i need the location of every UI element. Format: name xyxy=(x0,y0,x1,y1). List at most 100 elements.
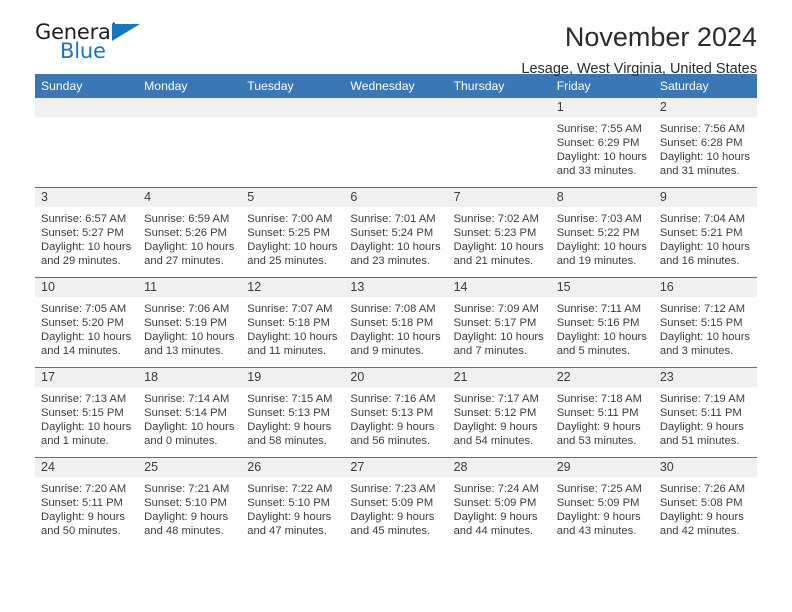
calendar-day-cell[interactable]: 9 Sunrise: 7:04 AM Sunset: 5:21 PM Daylight… xyxy=(653,187,757,278)
daylight-text-line2: and 50 minutes. xyxy=(41,525,121,538)
sunrise-text: Sunrise: 7:09 AM xyxy=(453,303,539,315)
calendar-cell-empty xyxy=(447,98,551,188)
daylight-text-line1: Daylight: 10 hours xyxy=(659,151,751,164)
daylight-text-line2: and 48 minutes. xyxy=(144,525,224,538)
sunrise-text: Sunrise: 7:20 AM xyxy=(41,483,127,495)
sunrise-text: Sunrise: 7:17 AM xyxy=(453,393,539,405)
daylight-text-line1: Daylight: 10 hours xyxy=(556,151,647,164)
sunrise-text: Sunrise: 7:55 AM xyxy=(556,123,642,135)
daylight-text-line1: Daylight: 10 hours xyxy=(453,331,544,344)
sunrise-text: Sunrise: 7:22 AM xyxy=(247,483,333,495)
daylight-text-line2: and 43 minutes. xyxy=(556,525,637,538)
calendar-day-cell[interactable]: 28 Sunrise: 7:24 AM Sunset: 5:09 PM Dayligh… xyxy=(447,457,551,547)
day-info: Sunrise: 7:55 AM Sunset: 6:29 PM Daylight:… xyxy=(551,117,654,178)
day-info: Sunrise: 7:23 AM Sunset: 5:09 PM Daylight:… xyxy=(344,477,447,538)
day-info: Sunrise: 7:03 AM Sunset: 5:22 PM Daylight:… xyxy=(551,207,654,268)
calendar-day-cell[interactable]: 17 Sunrise: 7:13 AM Sunset: 5:15 PM Dayligh… xyxy=(35,367,139,458)
calendar-week-row: 10 Sunrise: 7:05 AM Sunset: 5:20 PM Dayligh… xyxy=(35,277,757,368)
calendar-day-cell[interactable]: 30 Sunrise: 7:26 AM Sunset: 5:08 PM Dayligh… xyxy=(653,457,757,547)
calendar-day-cell[interactable]: 23 Sunrise: 7:19 AM Sunset: 5:11 PM Dayligh… xyxy=(653,367,757,458)
day-info: Sunrise: 7:24 AM Sunset: 5:09 PM Daylight:… xyxy=(448,477,551,538)
day-cell-inner xyxy=(35,98,139,187)
calendar-day-cell[interactable]: 19 Sunrise: 7:15 AM Sunset: 5:13 PM Dayligh… xyxy=(241,367,345,458)
day-info: Sunrise: 7:19 AM Sunset: 5:11 PM Daylight:… xyxy=(654,387,757,448)
calendar-day-cell[interactable]: 15 Sunrise: 7:11 AM Sunset: 5:16 PM Dayligh… xyxy=(550,277,654,368)
daylight-text-line1: Daylight: 9 hours xyxy=(453,421,538,434)
day-number: 7 xyxy=(447,188,551,207)
sunset-text: Sunset: 5:09 PM xyxy=(350,497,434,510)
calendar-day-cell[interactable]: 1 Sunrise: 7:55 AM Sunset: 6:29 PM Daylight… xyxy=(550,98,654,188)
day-cell-inner: 18 Sunrise: 7:14 AM Sunset: 5:14 PM Dayligh… xyxy=(138,368,242,457)
daylight-text-line2: and 42 minutes. xyxy=(659,525,740,538)
calendar-day-cell[interactable]: 10 Sunrise: 7:05 AM Sunset: 5:20 PM Dayligh… xyxy=(35,277,139,368)
day-info: Sunrise: 7:07 AM Sunset: 5:18 PM Daylight:… xyxy=(241,297,344,358)
daylight-text-line1: Daylight: 10 hours xyxy=(659,331,751,344)
sunset-text: Sunset: 5:18 PM xyxy=(247,317,330,330)
calendar-day-cell[interactable]: 16 Sunrise: 7:12 AM Sunset: 5:15 PM Dayligh… xyxy=(653,277,757,368)
calendar-day-cell[interactable]: 7 Sunrise: 7:02 AM Sunset: 5:23 PM Daylight… xyxy=(447,187,551,278)
daylight-text-line1: Daylight: 10 hours xyxy=(556,331,647,344)
day-info: Sunrise: 7:20 AM Sunset: 5:11 PM Daylight:… xyxy=(35,477,138,538)
daylight-text-line2: and 14 minutes. xyxy=(41,345,121,358)
sunset-text: Sunset: 5:15 PM xyxy=(41,407,124,420)
calendar-day-cell[interactable]: 5 Sunrise: 7:00 AM Sunset: 5:25 PM Daylight… xyxy=(241,187,345,278)
calendar-day-cell[interactable]: 14 Sunrise: 7:09 AM Sunset: 5:17 PM Dayligh… xyxy=(447,277,551,368)
calendar-day-cell[interactable]: 29 Sunrise: 7:25 AM Sunset: 5:09 PM Dayligh… xyxy=(550,457,654,547)
calendar-day-cell[interactable]: 18 Sunrise: 7:14 AM Sunset: 5:14 PM Dayligh… xyxy=(138,367,242,458)
calendar-day-cell[interactable]: 11 Sunrise: 7:06 AM Sunset: 5:19 PM Dayligh… xyxy=(138,277,242,368)
calendar-day-cell[interactable]: 12 Sunrise: 7:07 AM Sunset: 5:18 PM Dayligh… xyxy=(241,277,345,368)
sunset-text: Sunset: 5:08 PM xyxy=(659,497,743,510)
sunset-text: Sunset: 5:20 PM xyxy=(41,317,124,330)
day-info: Sunrise: 7:05 AM Sunset: 5:20 PM Daylight:… xyxy=(35,297,138,358)
calendar-day-cell[interactable]: 27 Sunrise: 7:23 AM Sunset: 5:09 PM Dayligh… xyxy=(344,457,448,547)
sunrise-text: Sunrise: 7:16 AM xyxy=(350,393,436,405)
calendar-day-cell[interactable]: 8 Sunrise: 7:03 AM Sunset: 5:22 PM Daylight… xyxy=(550,187,654,278)
day-info: Sunrise: 7:15 AM Sunset: 5:13 PM Daylight:… xyxy=(241,387,344,448)
day-number: 18 xyxy=(138,368,242,387)
calendar-day-cell[interactable]: 22 Sunrise: 7:18 AM Sunset: 5:11 PM Dayligh… xyxy=(550,367,654,458)
day-number: 25 xyxy=(138,458,242,477)
calendar-day-cell[interactable]: 2 Sunrise: 7:56 AM Sunset: 6:28 PM Daylight… xyxy=(653,98,757,188)
daylight-text-line1: Daylight: 9 hours xyxy=(41,511,125,524)
day-number: 1 xyxy=(550,98,654,117)
day-number: 16 xyxy=(653,278,757,297)
sunrise-sunset-calendar: Sunday Monday Tuesday Wednesday Thursday… xyxy=(35,74,757,547)
daylight-text-line2: and 3 minutes. xyxy=(659,345,734,358)
calendar-body: 1 Sunrise: 7:55 AM Sunset: 6:29 PM Daylight… xyxy=(35,98,757,547)
day-info: Sunrise: 7:09 AM Sunset: 5:17 PM Daylight:… xyxy=(448,297,551,358)
calendar-day-cell[interactable]: 21 Sunrise: 7:17 AM Sunset: 5:12 PM Dayligh… xyxy=(447,367,551,458)
day-cell-inner: 8 Sunrise: 7:03 AM Sunset: 5:22 PM Daylight… xyxy=(550,188,654,277)
calendar-day-cell[interactable]: 26 Sunrise: 7:22 AM Sunset: 5:10 PM Dayligh… xyxy=(241,457,345,547)
sunrise-text: Sunrise: 7:18 AM xyxy=(556,393,642,405)
calendar-day-cell[interactable]: 13 Sunrise: 7:08 AM Sunset: 5:18 PM Dayligh… xyxy=(344,277,448,368)
calendar-day-cell[interactable]: 24 Sunrise: 7:20 AM Sunset: 5:11 PM Dayligh… xyxy=(35,457,139,547)
day-number xyxy=(344,98,448,117)
daylight-text-line1: Daylight: 10 hours xyxy=(453,241,544,254)
sunset-text: Sunset: 5:23 PM xyxy=(453,227,537,240)
daylight-text-line2: and 51 minutes. xyxy=(659,435,740,448)
sunset-text: Sunset: 5:22 PM xyxy=(556,227,640,240)
calendar-day-cell[interactable]: 3 Sunrise: 6:57 AM Sunset: 5:27 PM Daylight… xyxy=(35,187,139,278)
sunset-text: Sunset: 5:18 PM xyxy=(350,317,434,330)
calendar-day-cell[interactable]: 25 Sunrise: 7:21 AM Sunset: 5:10 PM Dayligh… xyxy=(138,457,242,547)
sunrise-text: Sunrise: 6:59 AM xyxy=(144,213,230,225)
calendar-day-cell[interactable]: 20 Sunrise: 7:16 AM Sunset: 5:13 PM Dayligh… xyxy=(344,367,448,458)
sunrise-text: Sunrise: 7:03 AM xyxy=(556,213,642,225)
sunrise-text: Sunrise: 7:04 AM xyxy=(659,213,746,225)
day-cell-inner: 23 Sunrise: 7:19 AM Sunset: 5:11 PM Dayligh… xyxy=(653,368,757,457)
daylight-text-line2: and 47 minutes. xyxy=(247,525,327,538)
day-number: 10 xyxy=(35,278,139,297)
day-number: 19 xyxy=(241,368,345,387)
sunset-text: Sunset: 5:17 PM xyxy=(453,317,537,330)
sunset-text: Sunset: 5:11 PM xyxy=(659,407,742,420)
calendar-day-cell[interactable]: 4 Sunrise: 6:59 AM Sunset: 5:26 PM Daylight… xyxy=(138,187,242,278)
sunset-text: Sunset: 5:15 PM xyxy=(659,317,743,330)
daylight-text-line2: and 16 minutes. xyxy=(659,255,740,268)
calendar-page: General Blue November 2024 Lesage, West … xyxy=(0,0,792,612)
calendar-day-cell[interactable]: 6 Sunrise: 7:01 AM Sunset: 5:24 PM Daylight… xyxy=(344,187,448,278)
daylight-text-line1: Daylight: 10 hours xyxy=(556,241,647,254)
day-number: 8 xyxy=(550,188,654,207)
weekday-header-monday: Monday xyxy=(138,74,242,98)
day-cell-inner xyxy=(447,98,551,187)
day-number: 3 xyxy=(35,188,139,207)
